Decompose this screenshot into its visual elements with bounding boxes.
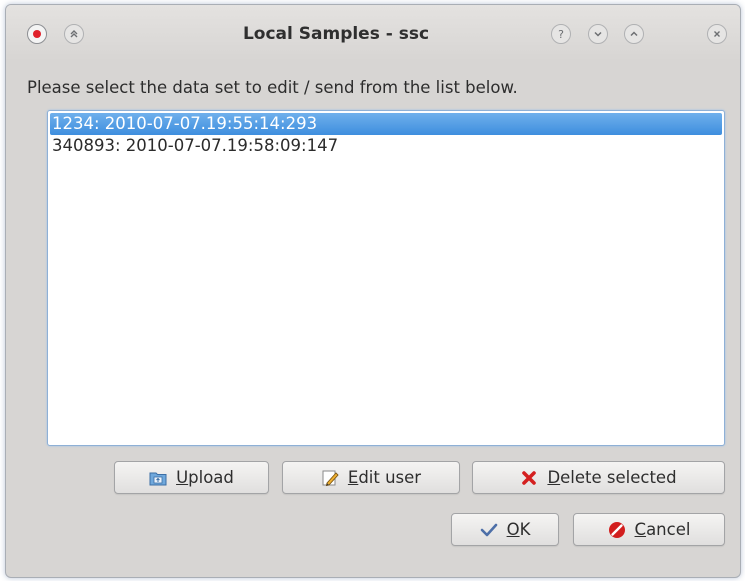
- window-title: Local Samples - ssc: [242, 24, 430, 44]
- cancel-icon: [608, 521, 626, 539]
- title-bar[interactable]: Local Samples - ssc ?: [6, 5, 740, 61]
- instruction-label: Please select the data set to edit / sen…: [27, 78, 518, 97]
- close-icon: [714, 31, 720, 37]
- record-dot-icon: [33, 30, 41, 38]
- upload-button[interactable]: Upload: [114, 461, 269, 494]
- list-item-label: 340893: 2010-07-07.19:58:09:147: [52, 136, 339, 155]
- minimize-button[interactable]: [588, 24, 608, 44]
- delete-label: elete selected: [560, 468, 677, 487]
- cancel-mnemonic: C: [634, 520, 647, 539]
- delete-mnemonic: D: [547, 468, 561, 487]
- list-item-label: 1234: 2010-07-07.19:55:14:293: [52, 114, 318, 133]
- chevron-up-icon: [630, 31, 638, 37]
- list-item[interactable]: 340893: 2010-07-07.19:58:09:147: [50, 135, 722, 157]
- ok-label: K: [519, 520, 531, 539]
- question-icon: ?: [558, 27, 564, 41]
- upload-label: pload: [188, 468, 234, 487]
- ok-button[interactable]: OK: [451, 513, 559, 546]
- checkmark-icon: [480, 521, 498, 539]
- edit-user-button[interactable]: Edit user: [282, 461, 460, 494]
- list-item[interactable]: 1234: 2010-07-07.19:55:14:293: [50, 113, 722, 135]
- edit-user-mnemonic: E: [347, 468, 359, 487]
- edit-user-label: dit user: [358, 468, 422, 487]
- dataset-list[interactable]: 1234: 2010-07-07.19:55:14:293 340893: 20…: [47, 110, 725, 446]
- close-button[interactable]: [707, 24, 727, 44]
- cancel-label: ancel: [646, 520, 691, 539]
- cancel-button[interactable]: Cancel: [573, 513, 725, 546]
- help-button[interactable]: ?: [551, 24, 571, 44]
- delete-selected-button[interactable]: Delete selected: [472, 461, 725, 494]
- upload-mnemonic: U: [176, 468, 189, 487]
- upload-icon: [149, 469, 167, 487]
- ok-mnemonic: O: [506, 520, 520, 539]
- red-x-icon: [520, 469, 538, 487]
- chevron-down-icon: [594, 31, 602, 37]
- pencil-icon: [321, 469, 339, 487]
- dialog-window: Local Samples - ssc ? Please select the …: [5, 4, 741, 578]
- maximize-button[interactable]: [624, 24, 644, 44]
- window-menu-button[interactable]: [27, 24, 47, 44]
